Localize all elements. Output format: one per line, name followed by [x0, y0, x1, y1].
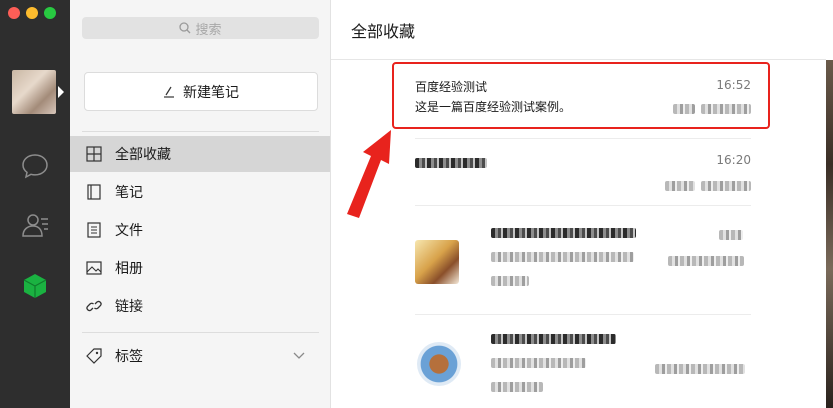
blurred-source — [668, 256, 744, 266]
favorites-cube-icon[interactable] — [20, 271, 50, 301]
sidebar: 搜索 新建笔记 全部收藏 笔记 文件 相册 链接 标签 — [70, 0, 331, 408]
file-icon — [87, 222, 101, 238]
avatar[interactable] — [12, 70, 64, 114]
divider — [415, 314, 751, 315]
blurred-title — [491, 334, 616, 344]
annotation-arrow-icon — [347, 130, 391, 218]
notebook-icon — [87, 184, 101, 200]
blurred-source — [665, 181, 695, 191]
chevron-down-icon[interactable] — [293, 352, 305, 360]
highlight-box — [392, 62, 770, 129]
divider — [415, 138, 751, 139]
main-content: 全部收藏 百度经验测试 这是一篇百度经验测试案例。 16:52 16:20 — [331, 0, 833, 408]
minimize-window-button[interactable] — [26, 7, 38, 19]
blurred-title — [415, 158, 487, 168]
blurred-body — [491, 358, 586, 368]
divider — [331, 59, 826, 60]
blurred-body — [491, 276, 529, 286]
divider — [82, 131, 319, 132]
search-input[interactable]: 搜索 — [82, 17, 319, 39]
sidebar-item-notes[interactable]: 笔记 — [70, 174, 330, 210]
sidebar-item-label: 相册 — [115, 261, 143, 277]
new-note-button[interactable]: 新建笔记 — [84, 72, 318, 111]
sidebar-item-label: 全部收藏 — [115, 147, 171, 163]
sidebar-item-tags[interactable]: 标签 — [70, 338, 330, 374]
card-time: 16:20 — [716, 153, 751, 167]
favorite-card[interactable]: 16:20 — [415, 153, 751, 198]
sidebar-item-files[interactable]: 文件 — [70, 212, 330, 248]
grid-icon — [86, 146, 102, 162]
card-thumbnail — [415, 240, 459, 284]
sidebar-item-all-favorites[interactable]: 全部收藏 — [70, 136, 330, 172]
blurred-body — [491, 382, 543, 392]
window-controls — [8, 7, 56, 19]
background-strip — [826, 60, 833, 408]
tag-icon — [86, 348, 102, 364]
blurred-title — [491, 228, 636, 238]
divider — [415, 205, 751, 206]
sidebar-item-label: 链接 — [115, 299, 143, 315]
blurred-source — [655, 364, 745, 374]
link-icon — [86, 300, 102, 312]
sidebar-item-label: 标签 — [115, 349, 143, 365]
search-icon — [179, 22, 191, 34]
sidebar-item-album[interactable]: 相册 — [70, 250, 330, 286]
sidebar-item-label: 笔记 — [115, 185, 143, 201]
chat-icon[interactable] — [20, 151, 50, 181]
blurred-time — [719, 230, 743, 240]
sidebar-item-links[interactable]: 链接 — [70, 288, 330, 324]
left-rail — [0, 0, 70, 408]
sidebar-item-label: 文件 — [115, 223, 143, 239]
card-source — [665, 181, 751, 191]
blurred-source — [701, 181, 751, 191]
favorite-card[interactable] — [491, 334, 616, 392]
zoom-window-button[interactable] — [44, 7, 56, 19]
contacts-icon[interactable] — [20, 210, 50, 240]
close-window-button[interactable] — [8, 7, 20, 19]
card-thumbnail — [417, 342, 461, 386]
divider — [82, 332, 319, 333]
pencil-icon — [164, 86, 174, 98]
favorite-card[interactable] — [491, 228, 636, 286]
search-placeholder: 搜索 — [195, 22, 222, 38]
image-icon — [86, 261, 102, 275]
page-title: 全部收藏 — [351, 22, 416, 41]
blurred-body — [491, 252, 634, 262]
app-window: 搜索 新建笔记 全部收藏 笔记 文件 相册 链接 标签 全部收藏 百度经验测试 … — [0, 0, 833, 408]
new-note-label: 新建笔记 — [183, 84, 239, 101]
